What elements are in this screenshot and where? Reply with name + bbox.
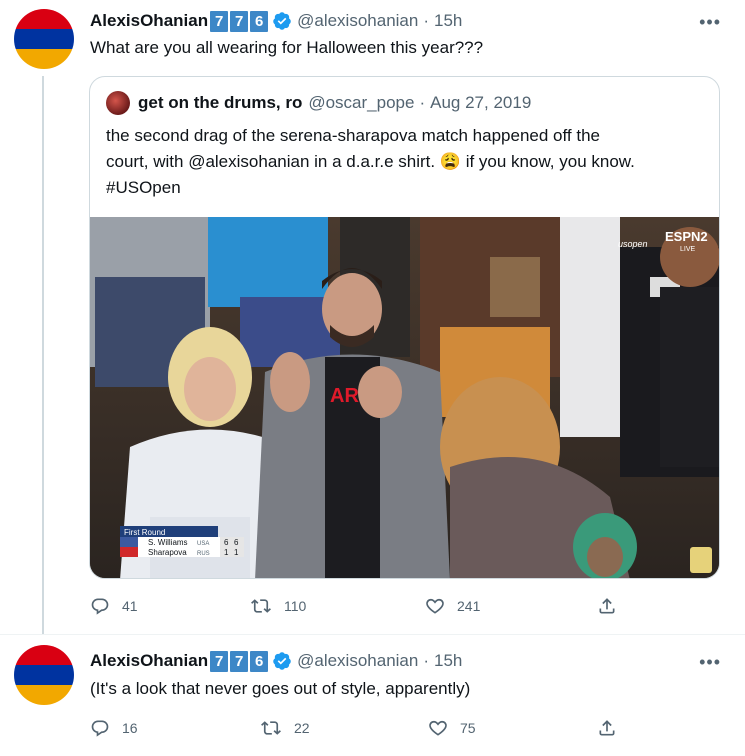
verified-badge-icon <box>272 11 292 31</box>
hashtag-link[interactable]: #USOpen <box>106 175 706 201</box>
name-badge-digit: 7 <box>210 10 229 32</box>
retweet-count: 22 <box>294 720 310 736</box>
name-badge-digit: 6 <box>250 10 269 32</box>
tweet-text: (It's a look that never goes out of styl… <box>90 679 471 698</box>
thread-line <box>42 76 44 634</box>
retweet-button[interactable]: 110 <box>250 596 306 616</box>
retweet-button[interactable]: 22 <box>260 718 310 738</box>
reply-button[interactable]: 41 <box>90 596 138 616</box>
share-icon <box>597 596 617 616</box>
heart-icon <box>425 596 445 616</box>
timestamp[interactable]: 15h <box>434 11 462 31</box>
share-button[interactable] <box>597 596 617 616</box>
tweet-text: What are you all wearing for Halloween t… <box>90 38 484 57</box>
name-badge-digit: 7 <box>210 650 229 672</box>
share-icon <box>597 718 617 738</box>
quoted-date: Aug 27, 2019 <box>430 93 532 112</box>
like-button[interactable]: 241 <box>425 596 480 616</box>
more-icon[interactable]: ••• <box>699 652 721 673</box>
event-logo: usopen <box>618 239 648 249</box>
author-handle[interactable]: @alexisohanian <box>297 11 418 31</box>
verified-badge-icon <box>272 651 292 671</box>
scoreboard-player2: Sharapova <box>148 548 187 557</box>
retweet-count: 110 <box>284 598 307 614</box>
scoreboard-player1-country: USA <box>197 541 209 547</box>
quoted-avatar <box>106 91 130 115</box>
quoted-tweet-text: the second drag of the serena-sharapova … <box>106 123 706 201</box>
broadcast-sub: LIVE <box>680 246 696 253</box>
reply-count: 41 <box>122 598 138 614</box>
broadcast-logo: ESPN2 <box>665 229 708 244</box>
scoreboard-player2-country: RUS <box>197 551 210 557</box>
name-badge-digit: 6 <box>250 650 269 672</box>
quoted-tweet-header: get on the drums, ro @oscar_pope · Aug 2… <box>106 91 531 115</box>
scoreboard-set: 6 <box>224 538 229 547</box>
timestamp[interactable]: 15h <box>434 651 462 671</box>
scoreboard-set: 6 <box>234 538 239 547</box>
reply-button[interactable]: 16 <box>90 718 138 738</box>
quoted-tweet-photo[interactable]: AR ESPN2 LIVE usopen First Round S. Will… <box>90 217 719 578</box>
author-name[interactable]: AlexisOhanian <box>90 651 208 671</box>
tweet-header: AlexisOhanian 7 7 6 @alexisohanian · 15h <box>90 650 462 672</box>
author-handle[interactable]: @alexisohanian <box>297 651 418 671</box>
crowd-photo: AR ESPN2 LIVE usopen First Round S. Will… <box>90 217 719 578</box>
quoted-tweet[interactable]: get on the drums, ro @oscar_pope · Aug 2… <box>89 76 720 579</box>
retweet-icon <box>260 718 282 738</box>
separator-dot: · <box>423 651 430 670</box>
avatar[interactable] <box>14 645 74 705</box>
like-count: 75 <box>460 720 476 736</box>
scoreboard-set: 1 <box>224 548 229 557</box>
quoted-author-name: get on the drums, ro <box>138 93 303 112</box>
heart-icon <box>428 718 448 738</box>
svg-text:AR: AR <box>330 385 359 407</box>
avatar[interactable] <box>14 9 74 69</box>
reply-count: 16 <box>122 720 138 736</box>
quoted-author-handle: @oscar_pope <box>308 93 415 112</box>
scoreboard-set: 1 <box>234 548 239 557</box>
bug-logo <box>690 547 712 573</box>
author-name[interactable]: AlexisOhanian <box>90 11 208 31</box>
name-badge-digit: 7 <box>230 650 249 672</box>
reply-icon <box>90 596 110 616</box>
separator-dot: · <box>419 93 426 112</box>
tweet-1[interactable]: AlexisOhanian 7 7 6 @alexisohanian · 15h… <box>0 0 745 635</box>
separator-dot: · <box>423 11 430 30</box>
more-icon[interactable]: ••• <box>699 12 721 33</box>
like-count: 241 <box>457 598 481 614</box>
reply-icon <box>90 718 110 738</box>
share-button[interactable] <box>597 718 617 738</box>
quoted-text-line: the second drag of the serena-sharapova … <box>106 126 600 145</box>
like-button[interactable]: 75 <box>428 718 476 738</box>
scoreboard-round: First Round <box>124 528 165 537</box>
quoted-text-line: court, with @alexisohanian in a d.a.r.e … <box>106 152 635 171</box>
retweet-icon <box>250 596 272 616</box>
tweet-header: AlexisOhanian 7 7 6 @alexisohanian · 15h <box>90 10 462 32</box>
name-badge-digit: 7 <box>230 10 249 32</box>
scoreboard-player1: S. Williams <box>148 538 188 547</box>
